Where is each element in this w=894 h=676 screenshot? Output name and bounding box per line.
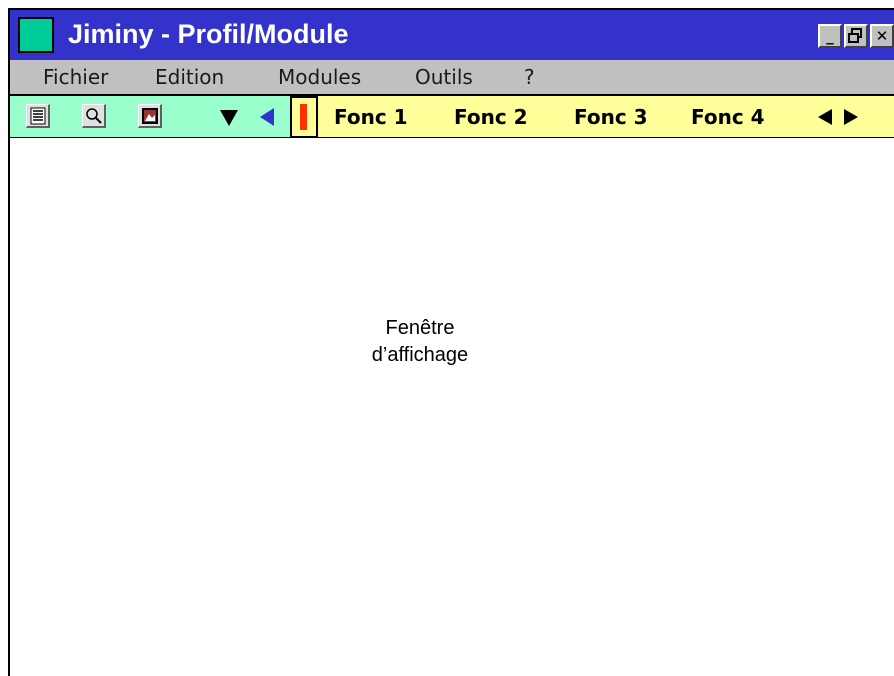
minimize-button[interactable]: _ (818, 24, 842, 48)
tool-bar (10, 96, 290, 138)
display-label-line-1: Fenêtre (385, 317, 455, 339)
title-bar[interactable]: Jiminy - Profil/Module _ ✕ (10, 10, 894, 60)
menu-fichier[interactable]: Fichier (43, 65, 108, 89)
window-title: Jiminy - Profil/Module (68, 19, 349, 49)
menu-edition[interactable]: Edition (155, 65, 224, 89)
menu-help[interactable]: ? (524, 65, 535, 89)
triangle-down-icon[interactable] (220, 110, 238, 126)
arrow-left-icon[interactable] (818, 109, 832, 125)
list-view-button[interactable] (26, 104, 50, 128)
list-icon (30, 107, 46, 125)
arrow-right-icon[interactable] (844, 109, 858, 125)
window-controls: _ ✕ (816, 24, 894, 48)
function-button-4[interactable]: Fonc 4 (691, 105, 765, 129)
app-icon[interactable] (18, 17, 54, 53)
display-label-line-2: d’affichage (371, 344, 469, 366)
triangle-left-blue-icon[interactable] (260, 108, 274, 126)
picture-icon (142, 108, 158, 124)
menu-bar: Fichier Edition Modules Outils ? (10, 60, 894, 96)
search-button[interactable] (82, 104, 106, 128)
image-button[interactable] (138, 104, 162, 128)
display-window-label: Fenêtre d’affichage (320, 315, 520, 369)
close-button[interactable]: ✕ (870, 24, 894, 48)
magnifier-icon (86, 108, 102, 124)
splitter-handle[interactable] (300, 104, 307, 130)
function-button-3[interactable]: Fonc 3 (574, 105, 648, 129)
maximize-button[interactable] (844, 24, 868, 48)
function-bar: Fonc 1 Fonc 2 Fonc 3 Fonc 4 (318, 96, 894, 138)
panel-splitter[interactable] (290, 96, 318, 138)
menu-outils[interactable]: Outils (415, 65, 473, 89)
function-button-1[interactable]: Fonc 1 (334, 105, 408, 129)
function-button-2[interactable]: Fonc 2 (454, 105, 528, 129)
app-window: Jiminy - Profil/Module _ ✕ Fichier Editi… (8, 8, 894, 676)
restore-icon (848, 28, 862, 43)
menu-modules[interactable]: Modules (278, 65, 361, 89)
